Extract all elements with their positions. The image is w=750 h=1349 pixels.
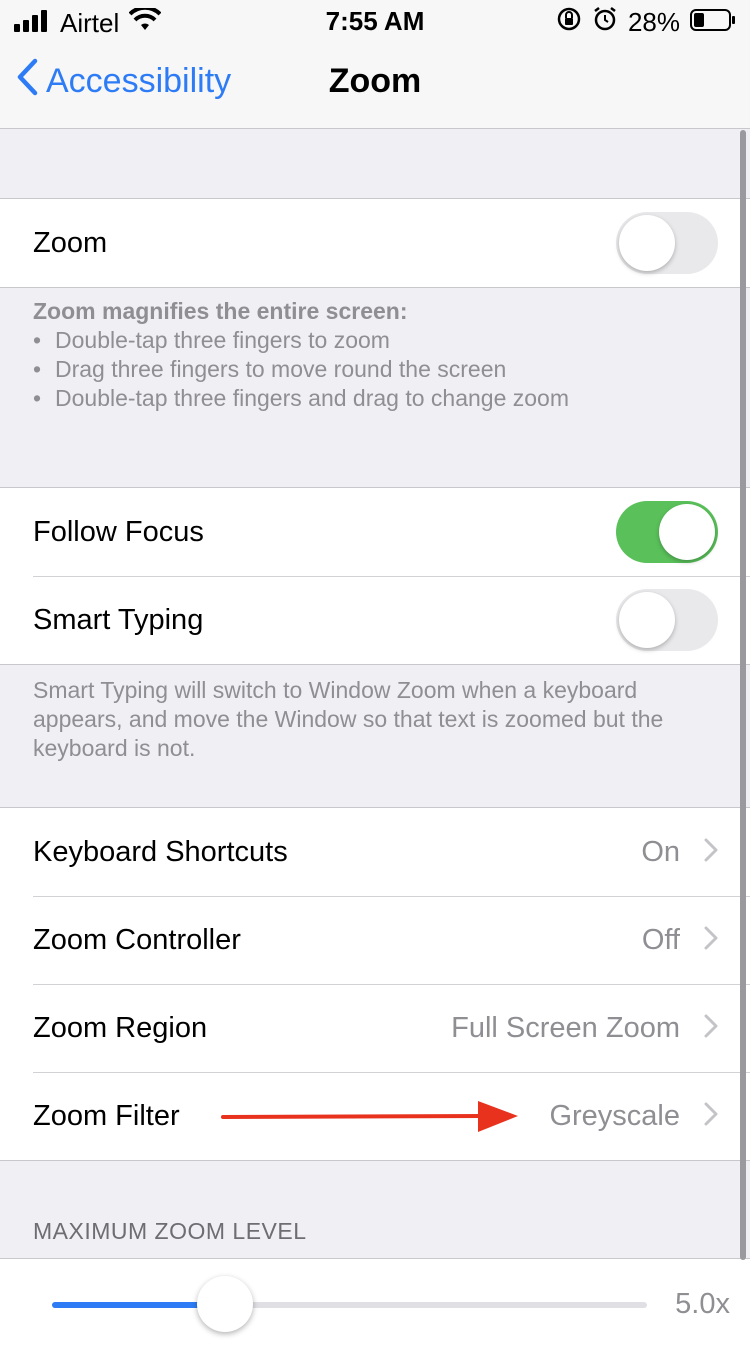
list-item: • Double-tap three fingers to zoom — [33, 327, 390, 353]
list-item: • Double-tap three fingers and drag to ch… — [33, 385, 569, 411]
follow-focus-row: Follow Focus — [0, 488, 750, 576]
status-right: 28% — [556, 6, 736, 39]
zoom-label: Zoom — [33, 226, 108, 259]
chevron-right-icon — [704, 1014, 718, 1043]
zoom-row: Zoom — [0, 199, 750, 287]
smart-typing-toggle[interactable] — [616, 589, 718, 651]
toggle-knob — [659, 504, 715, 560]
battery-icon — [690, 7, 736, 38]
status-bar: Airtel 7:55 AM 28% — [0, 0, 750, 40]
max-zoom-slider-thumb[interactable] — [196, 1276, 253, 1332]
battery-percent: 28% — [627, 7, 680, 37]
zoom-description: Zoom magnifies the entire screen: • Doubl… — [33, 297, 723, 413]
zoom-controller-row[interactable]: Zoom Controller Off — [0, 896, 750, 984]
page-title: Zoom — [328, 62, 422, 100]
zoom-region-label: Zoom Region — [33, 1011, 208, 1044]
follow-focus-toggle[interactable] — [616, 501, 718, 563]
keyboard-shortcuts-row[interactable]: Keyboard Shortcuts On — [0, 808, 750, 896]
max-zoom-header: MAXIMUM ZOOM LEVEL — [33, 1218, 307, 1244]
alarm-icon — [592, 6, 618, 39]
zoom-filter-value: Greyscale — [549, 1099, 680, 1132]
zoom-region-value: Full Screen Zoom — [451, 1011, 680, 1044]
max-zoom-value: 5.0x — [675, 1288, 730, 1320]
navigation-bar: Accessibility Zoom — [0, 40, 750, 129]
smart-typing-row: Smart Typing — [0, 576, 750, 664]
list-item: • Drag three fingers to move round the sc… — [33, 356, 507, 382]
follow-focus-label: Follow Focus — [33, 515, 204, 548]
chevron-right-icon — [704, 926, 718, 955]
smart-typing-description: Smart Typing will switch to Window Zoom … — [33, 677, 664, 761]
orientation-lock-icon — [556, 6, 582, 39]
scrollbar[interactable] — [740, 130, 746, 1260]
smart-typing-label: Smart Typing — [33, 603, 204, 636]
focus-group: Follow Focus Smart Typing — [0, 487, 750, 665]
zoom-controller-value: Off — [641, 923, 680, 956]
chevron-right-icon — [704, 1102, 718, 1131]
keyboard-shortcuts-label: Keyboard Shortcuts — [33, 835, 288, 868]
chevron-right-icon — [704, 838, 718, 867]
zoom-controller-label: Zoom Controller — [33, 923, 241, 956]
toggle-knob — [619, 215, 675, 271]
toggle-knob — [619, 592, 675, 648]
zoom-filter-label: Zoom Filter — [33, 1099, 180, 1132]
zoom-description-heading: Zoom magnifies the entire screen: — [33, 298, 408, 324]
zoom-toggle[interactable] — [616, 212, 718, 274]
zoom-region-row[interactable]: Zoom Region Full Screen Zoom — [0, 984, 750, 1072]
annotation-arrow-icon — [221, 1101, 518, 1132]
max-zoom-slider-track[interactable] — [52, 1302, 647, 1308]
zoom-group: Zoom — [0, 198, 750, 288]
keyboard-shortcuts-value: On — [641, 835, 680, 868]
